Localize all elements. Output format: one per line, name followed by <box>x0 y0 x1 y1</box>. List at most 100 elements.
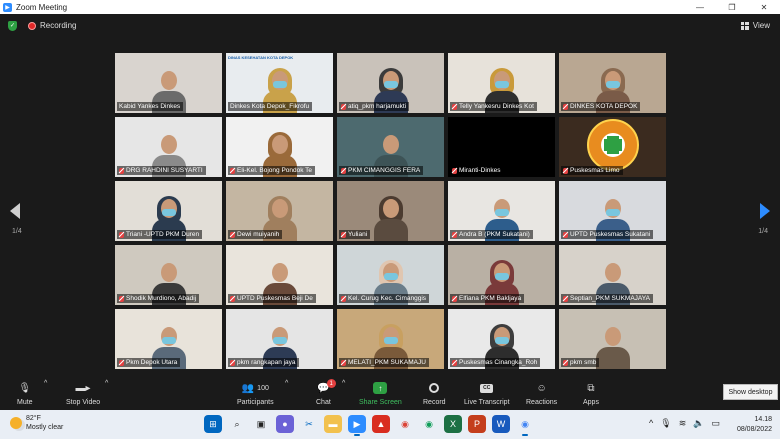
video-options-caret-icon[interactable]: ^ <box>105 380 108 387</box>
chrome-alt-icon[interactable]: ◉ <box>420 415 438 433</box>
record-icon-wrap <box>429 380 440 396</box>
participant-tile[interactable]: Triani -UPTD PKM Duren <box>115 181 222 241</box>
participants-caret-icon[interactable]: ^ <box>285 380 288 387</box>
participants-count: 100 <box>257 384 269 392</box>
participant-tile[interactable]: MELATI_PKM SUKAMAJU <box>337 309 444 369</box>
participant-tile[interactable]: Dewi muiyanih <box>226 181 333 241</box>
participant-tile[interactable]: UPTD Puskesmas Sukatani <box>559 181 666 241</box>
participants-button[interactable]: 👥 100 Participants <box>237 380 274 407</box>
minimize-icon[interactable]: — <box>684 0 716 14</box>
pdf-icon[interactable]: ▲ <box>372 415 390 433</box>
view-button[interactable]: View <box>740 21 770 30</box>
participant-name-bar: Puskesmas Limo <box>561 166 623 175</box>
snip-icon[interactable]: ✂ <box>300 415 318 433</box>
audio-options-caret-icon[interactable]: ^ <box>44 380 47 387</box>
participant-tile[interactable]: Puskesmas Cinangka_Roh <box>448 309 555 369</box>
taskbar-clock[interactable]: 14.18 08/08/2022 <box>737 415 772 435</box>
word-icon[interactable]: W <box>492 415 510 433</box>
share-screen-label: Share Screen <box>359 399 402 406</box>
participant-tile[interactable]: Puskesmas Limo <box>559 117 666 177</box>
powerpoint-icon[interactable]: P <box>468 415 486 433</box>
participant-name: Dinkes Kota Depok_Fikrofu <box>230 103 310 110</box>
mute-button[interactable]: 🎙 Mute <box>17 380 33 407</box>
participant-name-bar: Kabid Yankes Dinkes <box>117 102 184 111</box>
participant-tile[interactable]: Telly Yankesru Dinkes Kot <box>448 53 555 113</box>
apps-label: Apps <box>583 399 599 406</box>
participant-name-bar: Eli-Kel. Bojong Pondok Te <box>228 166 316 175</box>
participant-tile[interactable]: DINAS KESEHATAN KOTA DEPOK Dinkes Kota De… <box>226 53 333 113</box>
reactions-button[interactable]: ☺ Reactions <box>526 380 557 407</box>
maximize-icon[interactable]: ❐ <box>716 0 748 14</box>
record-icon <box>429 383 440 393</box>
close-icon[interactable]: ✕ <box>748 0 780 14</box>
participant-name-bar: Shodik Murdiono, Abadij <box>117 294 200 303</box>
security-shield-icon[interactable]: ✓ <box>8 21 17 31</box>
next-page-arrow-icon[interactable] <box>760 203 770 219</box>
weather-widget[interactable]: 82°F Mostly clear <box>10 414 63 432</box>
participant-tile[interactable]: DRG RAHDINI SUSYARTI <box>115 117 222 177</box>
chat-button[interactable]: 💬 1 Chat <box>316 379 336 406</box>
participant-tile[interactable]: pkm smb <box>559 309 666 369</box>
participant-name: pkm rangkapan jaya <box>237 359 296 366</box>
participant-tile[interactable]: Eli-Kel. Bojong Pondok Te <box>226 117 333 177</box>
task-view-icon[interactable]: ▣ <box>252 415 270 433</box>
participant-name: Kel. Curug Kec. Cimanggis <box>348 295 427 302</box>
windows-start-icon[interactable]: ⊞ <box>204 415 222 433</box>
microphone-tray-icon[interactable]: 🎙 <box>660 418 671 429</box>
participant-tile[interactable]: Elfiana PKM Bakljaya <box>448 245 555 305</box>
chat-app-icon[interactable]: ● <box>276 415 294 433</box>
participant-name: pkm smb <box>570 359 597 366</box>
participant-tile[interactable]: Shodik Murdiono, Abadij <box>115 245 222 305</box>
participant-tile[interactable]: pkm rangkapan jaya <box>226 309 333 369</box>
muted-mic-icon <box>341 295 346 302</box>
muted-mic-icon <box>119 359 124 366</box>
participant-name-bar: Dewi muiyanih <box>228 230 283 239</box>
reactions-icon: ☺ <box>536 382 547 394</box>
apps-button[interactable]: ⧉ Apps <box>583 380 599 407</box>
muted-mic-icon <box>563 231 568 238</box>
live-transcript-button[interactable]: CC Live Transcript <box>464 380 510 406</box>
participant-name-bar: Yuliani <box>339 230 371 239</box>
show-hidden-icons-icon[interactable]: ^ <box>649 418 653 429</box>
search-icon[interactable]: ⌕ <box>228 415 246 433</box>
participant-tile[interactable]: UPTD Puskesmas Beji De <box>226 245 333 305</box>
file-explorer-icon[interactable]: ▬ <box>324 415 342 433</box>
microphone-icon: 🎙 <box>18 382 32 394</box>
muted-mic-icon <box>563 167 568 174</box>
chrome-active-icon[interactable]: ◉ <box>516 415 534 436</box>
participant-tile[interactable]: Miranti-Dinkes <box>448 117 555 177</box>
participant-tile[interactable]: Andra B (PKM Sukatani) <box>448 181 555 241</box>
previous-page-arrow-icon[interactable] <box>10 203 20 219</box>
participant-tile[interactable]: Pkm Depok Utara <box>115 309 222 369</box>
wifi-icon[interactable]: ≋ <box>679 418 687 429</box>
participant-tile[interactable]: PKM CIMANGGIS FERA <box>337 117 444 177</box>
weather-condition: Mostly clear <box>26 424 64 431</box>
participant-tile[interactable]: DINKES KOTA DEPOK <box>559 53 666 113</box>
participant-name-bar: PKM CIMANGGIS FERA <box>339 166 424 175</box>
participant-name: PKM CIMANGGIS FERA <box>348 167 421 174</box>
muted-mic-icon <box>563 103 568 110</box>
page-indicator-right: 1/4 <box>758 228 768 235</box>
excel-icon[interactable]: X <box>444 415 462 433</box>
stop-video-button[interactable]: ▬▸ Stop Video <box>66 380 100 407</box>
participant-name-bar: Andra B (PKM Sukatani) <box>450 230 533 239</box>
chrome-icon[interactable]: ◉ <box>396 415 414 433</box>
participant-name: Puskesmas Cinangka_Roh <box>459 359 538 366</box>
participant-name-bar: Triani -UPTD PKM Duren <box>117 230 203 239</box>
participant-tile[interactable]: Yuliani <box>337 181 444 241</box>
meeting-topbar: ✓ Recording View <box>0 14 780 38</box>
participant-tile[interactable]: Kabid Yankes Dinkes <box>115 53 222 113</box>
zoom-taskbar-icon[interactable]: ▶ <box>348 415 366 436</box>
chat-caret-icon[interactable]: ^ <box>342 380 345 387</box>
participant-name-bar: Kel. Curug Kec. Cimanggis <box>339 294 430 303</box>
live-transcript-label: Live Transcript <box>464 399 510 406</box>
participant-tile[interactable]: Septian_PKM SUKMAJAYA <box>559 245 666 305</box>
speaker-icon[interactable]: 🔈 <box>693 418 704 429</box>
chat-label: Chat <box>316 399 331 406</box>
participant-name: Andra B (PKM Sukatani) <box>459 231 530 238</box>
share-screen-button[interactable]: ↑ Share Screen <box>359 380 402 406</box>
participant-tile[interactable]: atiq_pkm harjamukti <box>337 53 444 113</box>
record-button[interactable]: Record <box>423 380 446 406</box>
participant-tile[interactable]: Kel. Curug Kec. Cimanggis <box>337 245 444 305</box>
battery-icon[interactable]: ▭ <box>711 418 720 429</box>
